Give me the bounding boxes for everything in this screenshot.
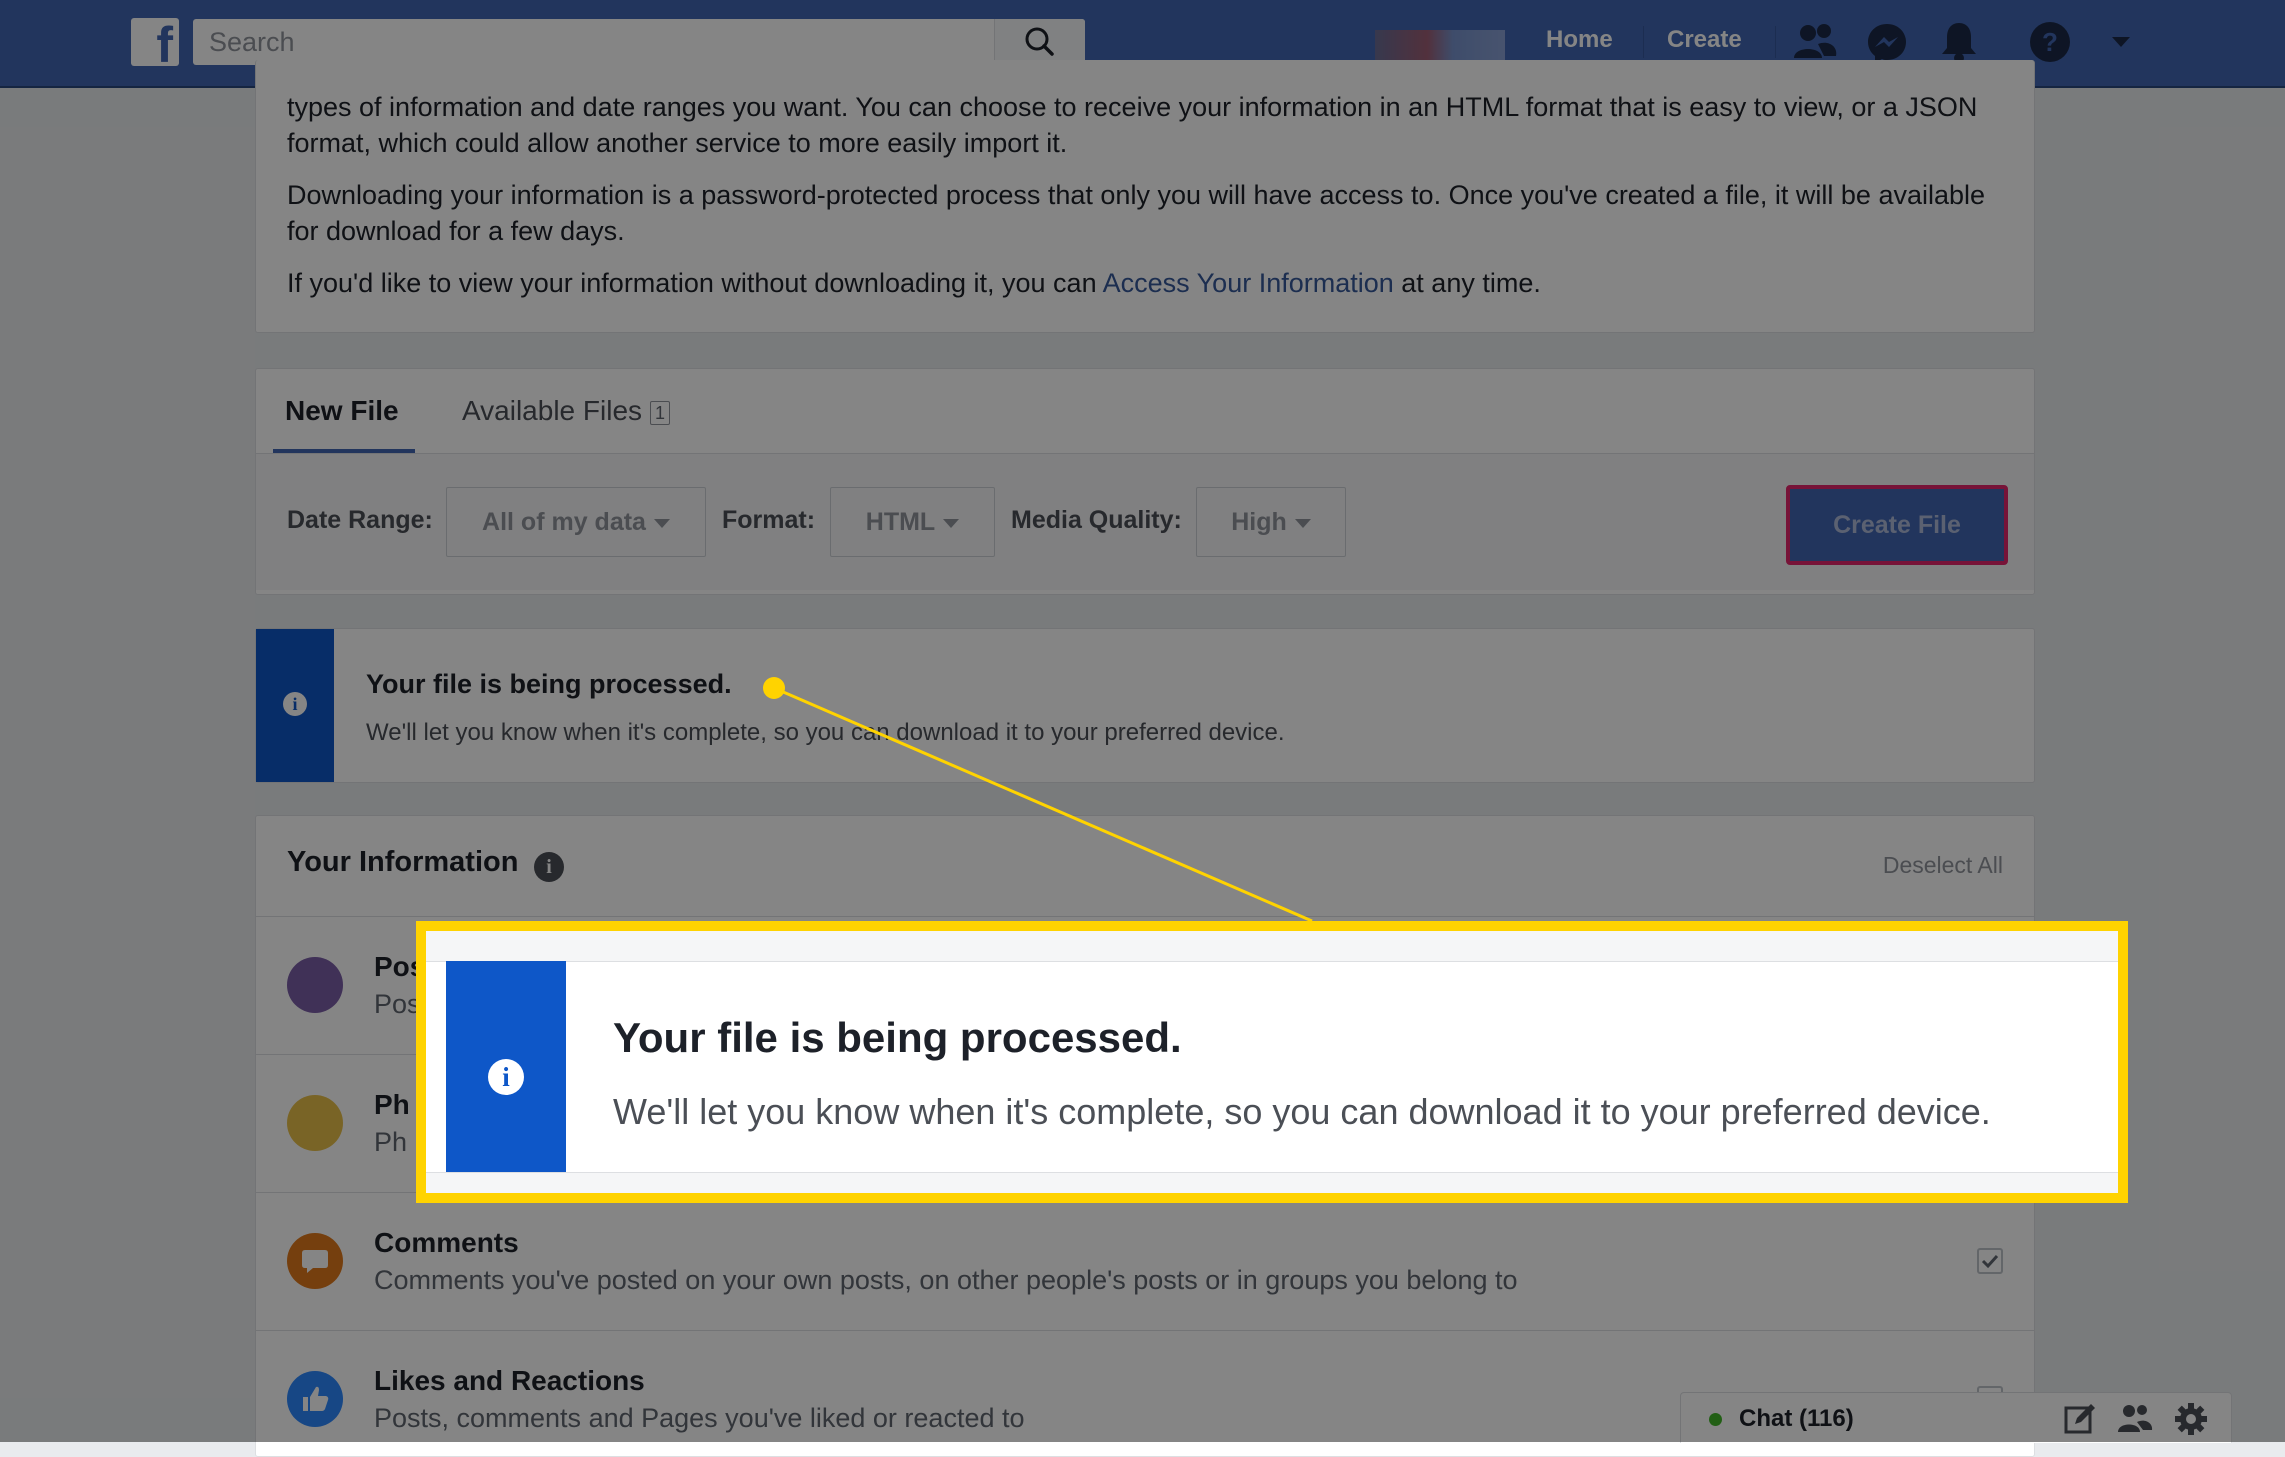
intro-paragraph: If you'd like to view your information w… <box>287 265 2007 301</box>
create-group-icon[interactable] <box>2117 1402 2153 1436</box>
messenger-icon[interactable] <box>1866 22 1908 64</box>
chevron-down-icon <box>1294 518 1311 528</box>
tab-available-files[interactable]: Available Files 1 <box>462 369 671 453</box>
nav-divider <box>1643 26 1644 58</box>
notice-accent-bar: i <box>446 961 566 1193</box>
intro-paragraph: types of information and date ranges you… <box>287 92 1978 158</box>
callout-top-strip <box>426 931 2118 962</box>
comment-bubble-icon <box>302 1250 328 1273</box>
account-menu-icon[interactable] <box>2110 35 2132 49</box>
file-options-panel: New File Available Files 1 Date Range: Al… <box>255 368 2035 595</box>
like-icon <box>287 1371 343 1427</box>
friends-icon[interactable] <box>1792 22 1838 62</box>
category-description: Comments you've posted on your own posts… <box>374 1265 1518 1295</box>
category-description: Ph <box>374 1127 408 1157</box>
info-category-row[interactable]: Comments Comments you've posted on your … <box>256 1192 2034 1331</box>
nav-create-link[interactable]: Create <box>1667 26 1742 54</box>
gear-icon[interactable] <box>2173 1401 2209 1437</box>
media-quality-label: Media Quality: <box>1011 506 1182 534</box>
callout-bottom-strip <box>426 1172 2118 1193</box>
search-icon <box>1025 27 1054 56</box>
category-title: Likes and Reactions <box>374 1365 645 1396</box>
profile-avatar[interactable] <box>1375 30 1505 62</box>
select-value: All of my data <box>482 508 646 536</box>
format-label: Format: <box>722 506 816 534</box>
your-information-title: Your Information <box>287 846 519 878</box>
online-status-icon <box>1709 1413 1722 1426</box>
select-value: High <box>1231 508 1287 536</box>
date-range-select[interactable]: All of my data <box>446 487 706 557</box>
facebook-logo[interactable]: f <box>131 18 179 70</box>
posts-icon <box>287 957 343 1013</box>
category-title: Comments <box>374 1227 519 1258</box>
info-icon: i <box>488 1059 524 1095</box>
category-description: Pos <box>374 989 421 1019</box>
info-icon[interactable]: i <box>534 852 564 882</box>
date-range-label: Date Range: <box>287 506 433 534</box>
info-icon: i <box>283 692 307 716</box>
nav-divider <box>1775 26 1776 58</box>
search-box <box>193 19 1085 65</box>
svg-text:?: ? <box>2042 27 2058 57</box>
search-input[interactable] <box>193 19 993 65</box>
chevron-down-icon <box>943 518 960 528</box>
tab-new-file[interactable]: New File <box>285 369 399 453</box>
available-files-count-badge: 1 <box>650 400 671 425</box>
select-value: HTML <box>865 508 936 536</box>
photos-icon <box>287 1095 343 1151</box>
notice-title: Your file is being processed. <box>366 669 732 699</box>
search-button[interactable] <box>994 19 1085 65</box>
zoom-callout: i Your file is being processed. We'll le… <box>416 921 2128 1203</box>
notifications-icon[interactable] <box>1939 20 1979 64</box>
download-info-intro: types of information and date ranges you… <box>255 60 2035 333</box>
thumbs-up-icon <box>303 1386 329 1411</box>
checkmark-icon <box>1981 1254 1999 1269</box>
processing-notice: i Your file is being processed. We'll le… <box>255 628 2035 783</box>
help-icon[interactable]: ? <box>2029 21 2071 63</box>
format-select[interactable]: HTML <box>830 487 995 557</box>
category-title: Ph <box>374 1089 410 1120</box>
category-checkbox[interactable] <box>1977 1248 2003 1274</box>
intro-text: If you'd like to view your information w… <box>287 268 1103 298</box>
chat-label: Chat (116) <box>1739 1405 1854 1432</box>
notice-description: We'll let you know when it's complete, s… <box>366 719 1285 746</box>
category-description: Posts, comments and Pages you've liked o… <box>374 1403 1025 1433</box>
file-filters: Date Range: All of my data Format: HTML … <box>256 453 2034 590</box>
deselect-all-link[interactable]: Deselect All <box>1883 852 2003 879</box>
intro-text: at any time. <box>1393 268 1541 298</box>
media-quality-select[interactable]: High <box>1196 487 1346 557</box>
callout-content: i Your file is being processed. We'll le… <box>426 931 2118 1193</box>
chat-bar[interactable]: Chat (116) <box>1680 1392 2232 1443</box>
nav-home-link[interactable]: Home <box>1546 26 1613 54</box>
notice-title: Your file is being processed. <box>613 1014 1182 1061</box>
intro-paragraph: Downloading your information is a passwo… <box>287 180 1986 246</box>
create-file-button[interactable]: Create File <box>1786 485 2008 565</box>
chevron-down-icon <box>653 518 670 528</box>
comments-icon <box>287 1233 343 1289</box>
tab-label: Available Files <box>462 395 643 426</box>
notice-description: We'll let you know when it's complete, s… <box>613 1091 1991 1132</box>
access-your-information-link[interactable]: Access Your Information <box>1103 268 1394 298</box>
new-message-icon[interactable] <box>2063 1402 2097 1436</box>
